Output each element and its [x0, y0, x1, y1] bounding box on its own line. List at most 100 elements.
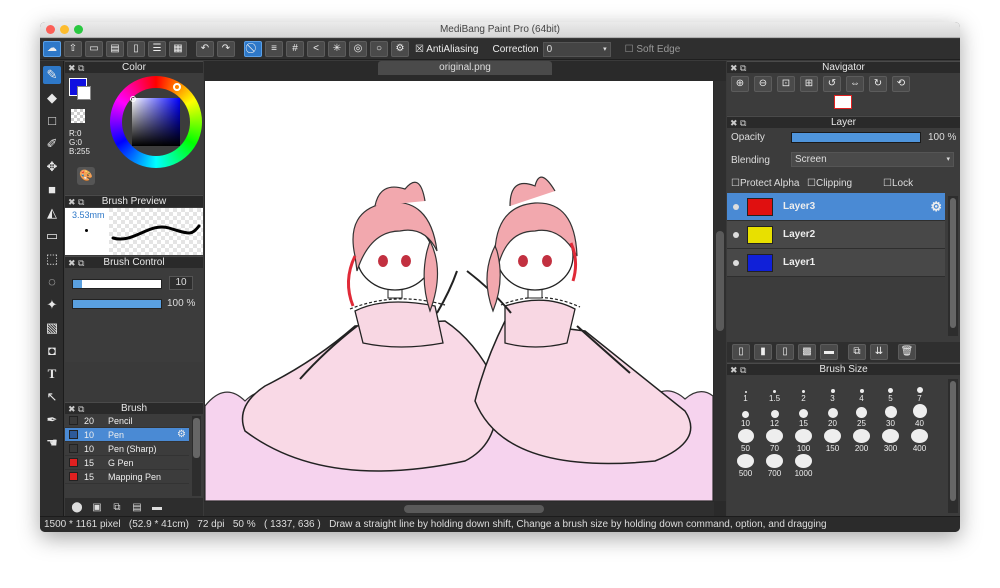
background-color-swatch[interactable] — [77, 86, 91, 100]
brush-icon[interactable]: ✎ — [43, 66, 61, 84]
transparent-color-swatch[interactable] — [71, 109, 85, 123]
layer-row-layer2[interactable]: Layer2 — [727, 221, 945, 249]
brush-copy-icon[interactable]: ⧉ — [109, 502, 125, 513]
brush-item-pen-sharp[interactable]: 10 Pen (Sharp) — [65, 442, 189, 456]
brush-size-option[interactable]: 700 — [760, 454, 789, 478]
panel-close-icon[interactable]: ✖ ⧉ — [730, 117, 746, 129]
protect-alpha-checkbox[interactable]: ☐Protect Alpha — [731, 178, 799, 189]
hue-handle[interactable] — [173, 83, 181, 91]
document-canvas[interactable] — [205, 81, 713, 501]
layer-list-scrollbar[interactable] — [948, 196, 958, 336]
brush-settings-icon[interactable]: ▤ — [129, 502, 145, 513]
visibility-eye-icon[interactable] — [733, 231, 739, 238]
list-icon[interactable]: ☰ — [148, 41, 166, 57]
radial-snap-icon[interactable]: ✳ — [328, 41, 346, 57]
layer-opacity-slider[interactable] — [791, 132, 921, 143]
navigator-thumbnail[interactable] — [834, 95, 852, 109]
grid-snap-icon[interactable]: # — [286, 41, 304, 57]
new-halftone-layer-icon[interactable]: ▮ — [754, 344, 772, 360]
blending-select[interactable]: Screen ▾ — [791, 152, 954, 167]
brush-size-option[interactable]: 2 — [789, 379, 818, 403]
panel-close-icon[interactable]: ✖ ⧉ — [68, 257, 84, 269]
new-8bit-layer-icon[interactable]: ▯ — [776, 344, 794, 360]
brush-size-option[interactable]: 25 — [847, 404, 876, 428]
brush-size-option[interactable]: 400 — [905, 429, 934, 453]
flip-icon[interactable]: ⇔ — [846, 76, 864, 92]
brush-folder-icon[interactable]: ▬ — [149, 502, 165, 513]
chat-icon[interactable]: ▤ — [106, 41, 124, 57]
brush-size-value[interactable]: 10 — [169, 276, 193, 290]
palette-icon[interactable]: 🎨 — [77, 167, 95, 185]
canvas-vertical-scrollbar[interactable] — [714, 81, 726, 501]
brush-size-scrollbar[interactable] — [948, 379, 958, 513]
brush-item-pencil[interactable]: 20 Pencil — [65, 414, 189, 428]
minimize-window-button[interactable] — [60, 25, 69, 34]
brush-item-g-pen[interactable]: 15 G Pen — [65, 456, 189, 470]
eraser-icon[interactable]: ◆ — [43, 89, 61, 107]
hand-icon[interactable]: ☚ — [43, 434, 61, 452]
bucket-icon[interactable]: ✐ — [43, 135, 61, 153]
snap-off-icon[interactable]: ⃠ — [244, 41, 262, 57]
merge-layer-icon[interactable]: ⇊ — [870, 344, 888, 360]
new-1bit-layer-icon[interactable]: ▩ — [798, 344, 816, 360]
antialias-checkbox[interactable]: ☒ AntiAliasing — [415, 44, 478, 55]
soft-edge-checkbox[interactable]: ☐ Soft Edge — [625, 44, 681, 55]
eyedropper-icon[interactable]: ✒ — [43, 411, 61, 429]
fill-icon[interactable]: ◭ — [43, 204, 61, 222]
trash-icon[interactable]: 🗑 — [898, 344, 916, 360]
grid-icon[interactable]: ▦ — [169, 41, 187, 57]
add-brush-icon[interactable]: ⬤ — [69, 502, 85, 513]
saturation-value-square[interactable] — [132, 98, 180, 146]
zoom-in-icon[interactable]: ⊕ — [731, 76, 749, 92]
brush-size-option[interactable]: 100 — [789, 429, 818, 453]
clipping-checkbox[interactable]: ☐Clipping — [807, 178, 852, 189]
brush-size-option[interactable]: 50 — [731, 429, 760, 453]
canvas-horizontal-scrollbar[interactable] — [204, 502, 714, 516]
brush-size-option[interactable]: 1000 — [789, 454, 818, 478]
panel-close-icon[interactable]: ✖ ⧉ — [68, 403, 84, 415]
brush-size-option[interactable]: 12 — [760, 404, 789, 428]
rect-icon[interactable]: □ — [43, 112, 61, 130]
perspective-snap-icon[interactable]: < — [307, 41, 325, 57]
panel-close-icon[interactable]: ✖ ⧉ — [730, 364, 746, 376]
snap-settings-icon[interactable]: ⚙ — [391, 41, 409, 57]
brush-size-option[interactable]: 150 — [818, 429, 847, 453]
brush-size-option[interactable]: 1.5 — [760, 379, 789, 403]
settings-gear-icon[interactable]: ⚙ — [177, 429, 186, 440]
duplicate-layer-icon[interactable]: ⧉ — [848, 344, 866, 360]
fit-icon[interactable]: ⊡ — [777, 76, 795, 92]
document-icon[interactable]: ▯ — [127, 41, 145, 57]
zoom-out-icon[interactable]: ⊖ — [754, 76, 772, 92]
visibility-eye-icon[interactable] — [733, 259, 739, 266]
color-picker-handle[interactable] — [130, 96, 136, 102]
concentric-snap-icon[interactable]: ◎ — [349, 41, 367, 57]
brush-size-option[interactable]: 3 — [818, 379, 847, 403]
brush-item-pen[interactable]: 10 Pen ⚙ — [65, 428, 189, 442]
actual-size-icon[interactable]: ⊞ — [800, 76, 818, 92]
layer-settings-gear-icon[interactable]: ⚙ — [930, 199, 942, 215]
rotate-right-icon[interactable]: ↻ — [869, 76, 887, 92]
brush-list-scrollbar[interactable] — [192, 416, 201, 496]
brush-size-option[interactable]: 70 — [760, 429, 789, 453]
close-window-button[interactable] — [46, 25, 55, 34]
brush-size-option[interactable]: 300 — [876, 429, 905, 453]
brush-size-slider[interactable] — [72, 279, 162, 289]
brush-size-option[interactable]: 40 — [905, 404, 934, 428]
parallel-snap-icon[interactable]: ≡ — [265, 41, 283, 57]
fill-rect-icon[interactable]: ■ — [43, 181, 61, 199]
color-wheel[interactable] — [110, 76, 202, 168]
lock-checkbox[interactable]: ☐Lock — [883, 178, 913, 189]
visibility-eye-icon[interactable] — [733, 203, 739, 210]
brush-item-mapping-pen[interactable]: 15 Mapping Pen — [65, 470, 189, 484]
brush-menu-icon[interactable]: ▣ — [89, 502, 105, 513]
layer-row-layer1[interactable]: Layer1 — [727, 249, 945, 277]
layer-row-layer3[interactable]: Layer3 ⚙ — [727, 193, 945, 221]
panel-close-icon[interactable]: ✖ ⧉ — [68, 196, 84, 208]
zoom-window-button[interactable] — [74, 25, 83, 34]
gradient-icon[interactable]: ▭ — [43, 227, 61, 245]
brush-size-option[interactable]: 20 — [818, 404, 847, 428]
cloud-icon[interactable]: ☁ — [43, 41, 61, 57]
magic-wand-icon[interactable]: ✦ — [43, 296, 61, 314]
brush-size-option[interactable]: 15 — [789, 404, 818, 428]
operation-icon[interactable]: ↖ — [43, 388, 61, 406]
